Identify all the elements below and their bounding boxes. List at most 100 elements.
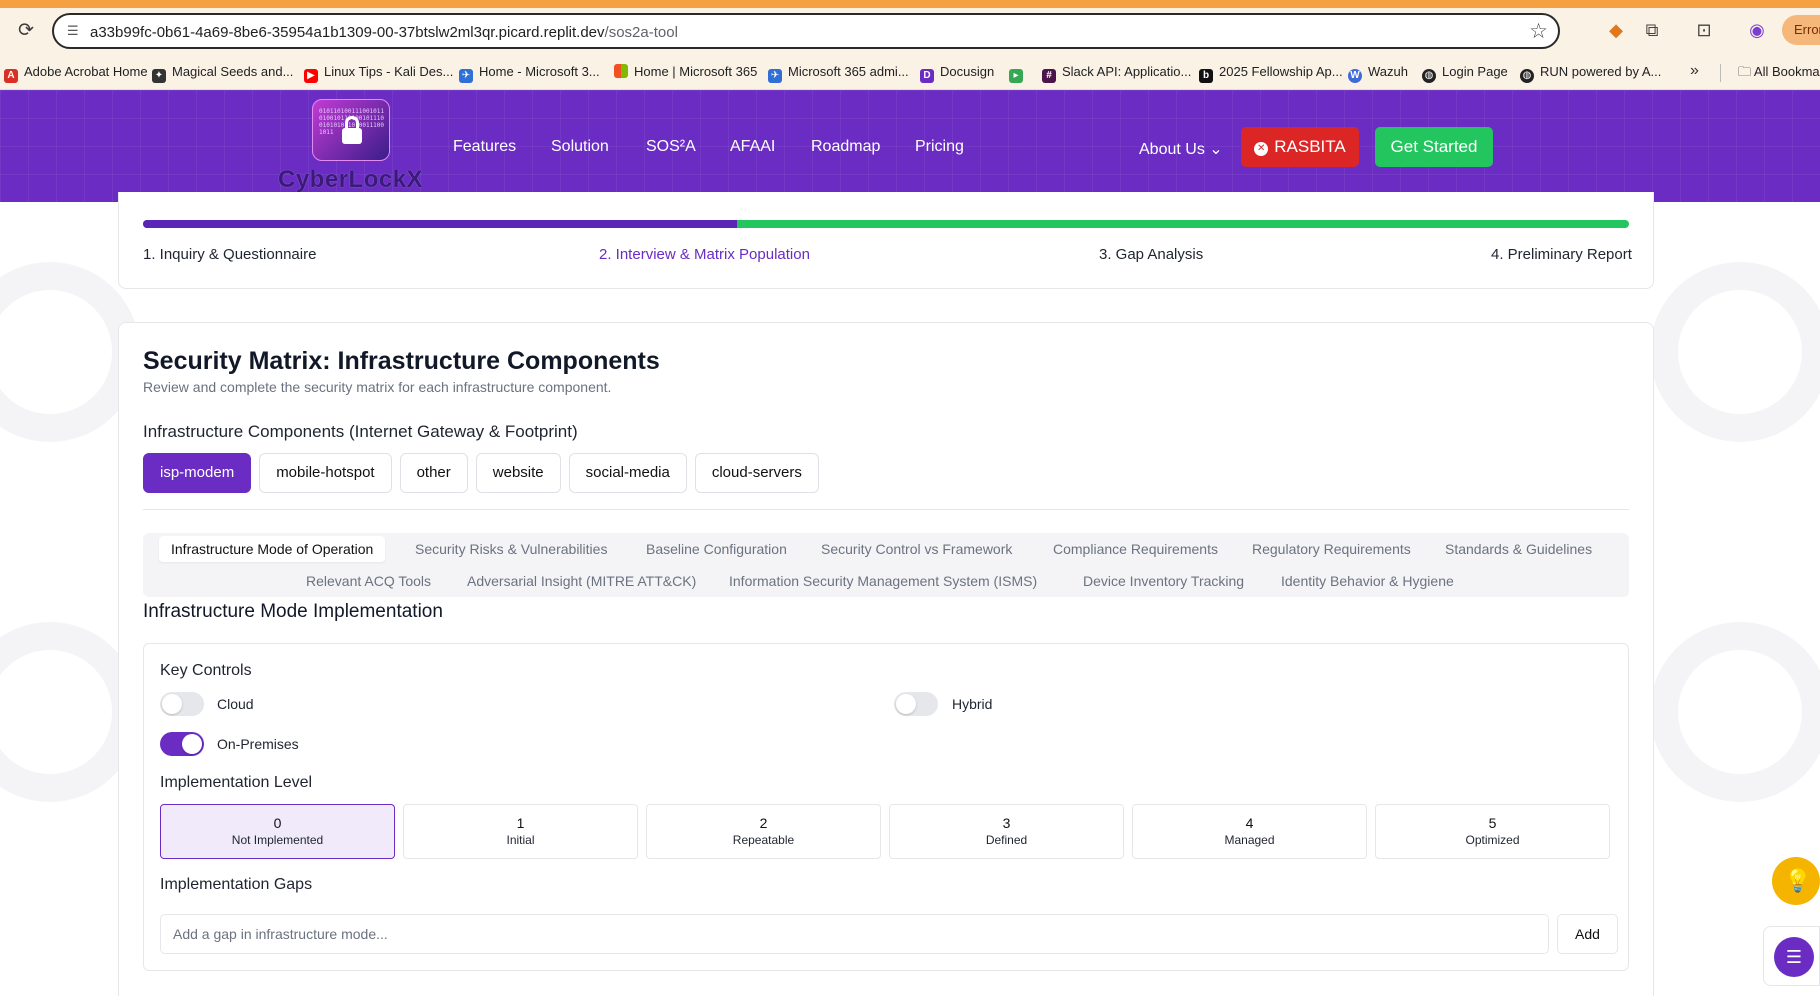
- all-bookmarks-folder[interactable]: 🗀 All Bookmarks: [1738, 63, 1820, 85]
- bookmark-item[interactable]: ✦ Magical Seeds and...: [152, 63, 293, 83]
- bookmark-item[interactable]: Home | Microsoft 365: [614, 63, 757, 81]
- page-subtitle: Review and complete the security matrix …: [143, 379, 612, 395]
- metamask-extension-icon[interactable]: ◆: [1604, 18, 1628, 42]
- bookmarks-overflow-icon[interactable]: »: [1690, 62, 1699, 80]
- implementation-level-label: Implementation Level: [160, 774, 313, 791]
- level-name: Optimized: [1465, 833, 1520, 847]
- bookmark-item[interactable]: b 2025 Fellowship Ap...: [1199, 63, 1343, 83]
- level-option-1[interactable]: 1 Initial: [403, 804, 638, 859]
- nav-roadmap[interactable]: Roadmap: [811, 138, 880, 156]
- address-bar[interactable]: ☰ a33b99fc-0b61-4a69-8be6-35954a1b1309-0…: [52, 13, 1560, 49]
- tab-security-risks[interactable]: Security Risks & Vulnerabilities: [415, 536, 607, 562]
- profile-avatar-icon[interactable]: ◉: [1745, 18, 1769, 42]
- step-interview[interactable]: 2. Interview & Matrix Population: [599, 246, 810, 263]
- tab-regulatory-requirements[interactable]: Regulatory Requirements: [1252, 536, 1411, 562]
- cyberlockx-logo[interactable]: 0101101001110010110100101101001011100101…: [312, 99, 390, 161]
- level-name: Initial: [506, 833, 535, 847]
- tab-baseline-configuration[interactable]: Baseline Configuration: [646, 536, 787, 562]
- lightbulb-icon[interactable]: 💡: [1772, 857, 1820, 905]
- reload-icon[interactable]: ⟳: [14, 19, 38, 43]
- site-settings-icon[interactable]: ☰: [67, 24, 83, 38]
- component-chip-mobile-hotspot[interactable]: mobile-hotspot: [259, 453, 392, 493]
- tab-security-control-framework[interactable]: Security Control vs Framework: [821, 536, 1012, 562]
- progress-bar-fill: [143, 220, 738, 228]
- nav-pricing[interactable]: Pricing: [915, 138, 964, 156]
- bookmark-item[interactable]: ◍ Login Page: [1422, 63, 1508, 83]
- bookmark-favicon-icon: b: [1199, 69, 1213, 83]
- hybrid-toggle-label: Hybrid: [952, 696, 993, 712]
- add-gap-button[interactable]: Add: [1557, 914, 1618, 954]
- background-ring: [1650, 622, 1820, 802]
- tab-isms[interactable]: Information Security Management System (…: [729, 568, 1037, 594]
- progress-bar: [143, 220, 1629, 228]
- tab-infrastructure-mode[interactable]: Infrastructure Mode of Operation: [159, 536, 386, 562]
- bookmark-label: RUN powered by A...: [1540, 64, 1662, 79]
- component-chip-social-media[interactable]: social-media: [568, 453, 687, 493]
- cloud-toggle[interactable]: [160, 692, 204, 716]
- bookmark-item[interactable]: # Slack API: Applicatio...: [1042, 63, 1192, 83]
- tab-device-inventory[interactable]: Device Inventory Tracking: [1083, 568, 1244, 594]
- bookmark-label: Wazuh: [1368, 64, 1408, 79]
- youtube-icon: ▶: [304, 69, 318, 83]
- bookmark-item[interactable]: ◍ RUN powered by A...: [1520, 63, 1662, 83]
- on-premises-toggle[interactable]: [160, 732, 204, 756]
- bookmark-label: Docusign: [940, 64, 995, 79]
- bookmark-item[interactable]: W Wazuh: [1348, 63, 1408, 83]
- bookmark-label: Home - Microsoft 3...: [479, 64, 600, 79]
- site-header: 0101101001110010110100101101001011100101…: [0, 90, 1820, 202]
- tab-standards-guidelines[interactable]: Standards & Guidelines: [1445, 536, 1592, 562]
- bookmark-item[interactable]: ▸: [1009, 63, 1029, 83]
- level-option-3[interactable]: 3 Defined: [889, 804, 1124, 859]
- bookmark-label: 2025 Fellowship Ap...: [1219, 64, 1343, 79]
- level-option-4[interactable]: 4 Managed: [1132, 804, 1367, 859]
- step-inquiry[interactable]: 1. Inquiry & Questionnaire: [143, 246, 316, 263]
- bookmark-star-icon[interactable]: ☆: [1529, 20, 1548, 44]
- url-text: a33b99fc-0b61-4a69-8be6-35954a1b1309-00-…: [90, 24, 678, 41]
- bookmark-item[interactable]: A Adobe Acrobat Home: [4, 63, 148, 83]
- rasbita-button[interactable]: ✕ RASBITA: [1241, 127, 1359, 167]
- step-gap-analysis[interactable]: 3. Gap Analysis: [1099, 246, 1203, 263]
- chat-widget: ☰: [1763, 926, 1820, 986]
- level-option-2[interactable]: 2 Repeatable: [646, 804, 881, 859]
- get-started-button[interactable]: Get Started: [1375, 127, 1493, 167]
- folder-icon: 🗀: [1738, 64, 1754, 79]
- about-us-dropdown[interactable]: About Us ⌄: [1139, 139, 1223, 159]
- level-option-0[interactable]: 0 Not Implemented: [160, 804, 395, 859]
- tab-relevant-acq-tools[interactable]: Relevant ACQ Tools: [306, 568, 431, 594]
- step-preliminary-report[interactable]: 4. Preliminary Report: [1491, 246, 1632, 263]
- nav-solution[interactable]: Solution: [551, 138, 609, 156]
- section-title: Infrastructure Mode Implementation: [143, 601, 443, 622]
- about-us-label: About Us: [1139, 141, 1205, 158]
- component-chip-cloud-servers[interactable]: cloud-servers: [694, 453, 819, 493]
- tab-compliance-requirements[interactable]: Compliance Requirements: [1053, 536, 1218, 562]
- bookmark-item[interactable]: ✈ Microsoft 365 admi...: [768, 63, 909, 83]
- error-badge[interactable]: Error: [1782, 15, 1820, 45]
- logo-wordmark[interactable]: CyberLockX: [278, 166, 423, 194]
- cast-search-icon[interactable]: ⊡: [1692, 18, 1716, 42]
- bookmark-label: Login Page: [1442, 64, 1508, 79]
- nav-features[interactable]: Features: [453, 138, 516, 156]
- level-number: 3: [1002, 815, 1011, 831]
- tab-identity-behavior[interactable]: Identity Behavior & Hygiene: [1281, 568, 1454, 594]
- extensions-puzzle-icon[interactable]: ⧉: [1640, 18, 1664, 42]
- tab-adversarial-insight[interactable]: Adversarial Insight (MITRE ATT&CK): [467, 568, 696, 594]
- bookmark-item[interactable]: ▶ Linux Tips - Kali Des...: [304, 63, 453, 83]
- lock-icon: [342, 116, 362, 144]
- bookmark-favicon-icon: A: [4, 69, 18, 83]
- menu-icon[interactable]: ☰: [1774, 937, 1814, 977]
- header-grid-pattern: [0, 90, 1820, 202]
- component-chip-other[interactable]: other: [399, 453, 468, 493]
- on-premises-toggle-label: On-Premises: [217, 736, 299, 752]
- hybrid-toggle[interactable]: [894, 692, 938, 716]
- component-chip-isp-modem[interactable]: isp-modem: [143, 453, 252, 493]
- toggle-knob: [162, 694, 182, 714]
- component-chip-website[interactable]: website: [475, 453, 561, 493]
- microsoft-icon: [614, 64, 628, 78]
- bookmark-item[interactable]: D Docusign: [920, 63, 995, 83]
- nav-sos2a[interactable]: SOS²A: [646, 138, 696, 156]
- bookmark-label: Slack API: Applicatio...: [1062, 64, 1192, 79]
- bookmark-item[interactable]: ✈ Home - Microsoft 3...: [459, 63, 600, 83]
- gap-input[interactable]: [160, 914, 1549, 954]
- level-option-5[interactable]: 5 Optimized: [1375, 804, 1610, 859]
- nav-afaai[interactable]: AFAAI: [730, 138, 775, 156]
